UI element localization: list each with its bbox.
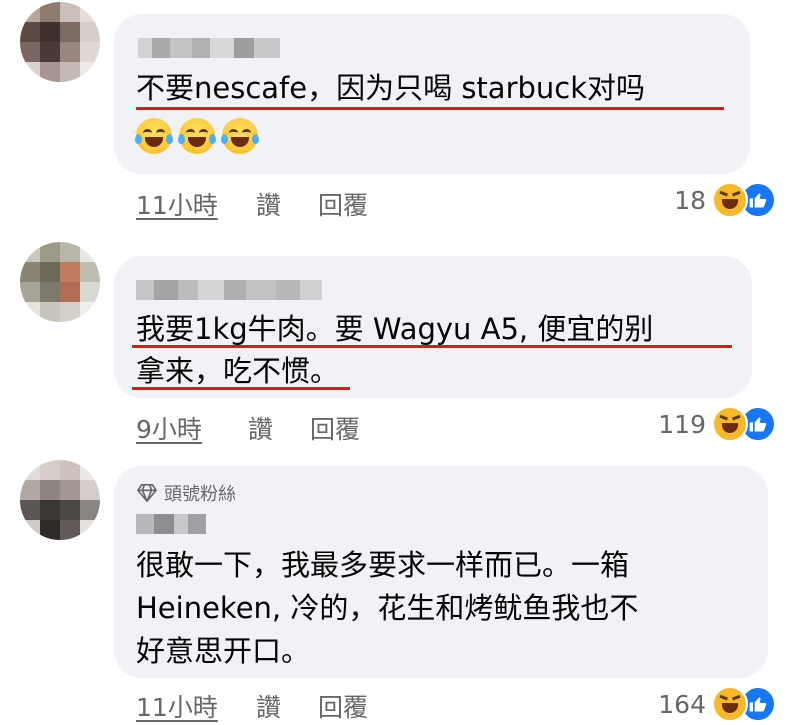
comment-text: 好意思开口。 xyxy=(136,634,311,668)
reply-button[interactable]: 回覆 xyxy=(318,186,368,222)
reaction-count: 164 xyxy=(658,689,706,719)
avatar[interactable] xyxy=(20,460,100,540)
comment-text: 很敢一下，我最多要求一样而已。一箱 xyxy=(136,548,630,582)
highlight-underline xyxy=(132,345,732,348)
commenter-name[interactable] xyxy=(138,38,280,58)
reaction-count: 119 xyxy=(658,409,706,439)
highlight-underline xyxy=(132,387,350,390)
haha-icon xyxy=(712,686,748,722)
commenter-name[interactable] xyxy=(136,280,322,300)
comment-timestamp[interactable]: 11小時 xyxy=(136,688,218,724)
like-button[interactable]: 讚 xyxy=(256,688,281,724)
commenter-name[interactable] xyxy=(136,514,206,534)
comment-bubble: 我要1kg牛肉。要 Wagyu A5, 便宜的别 拿来，吃不惯。 xyxy=(114,256,752,398)
reaction-summary[interactable]: 18 xyxy=(674,182,776,218)
tears-of-joy-emoji xyxy=(221,118,259,154)
reply-button[interactable]: 回覆 xyxy=(310,410,360,446)
highlight-underline xyxy=(136,107,724,110)
haha-icon xyxy=(712,406,748,442)
like-button[interactable]: 讚 xyxy=(256,186,281,222)
comment-text: Heineken, 冷的，花生和烤鱿鱼我也不 xyxy=(136,591,639,625)
avatar[interactable] xyxy=(20,2,100,82)
reaction-count: 18 xyxy=(674,185,706,215)
reaction-summary[interactable]: 164 xyxy=(658,686,776,722)
haha-icon xyxy=(712,182,748,218)
badge-label: 頭號粉絲 xyxy=(164,484,236,505)
comment-timestamp[interactable]: 11小時 xyxy=(136,186,218,222)
comment-bubble: 不要nescafe，因为只喝 starbuck对吗 xyxy=(114,14,750,174)
like-button[interactable]: 讚 xyxy=(248,410,273,446)
diamond-icon xyxy=(137,484,157,502)
avatar[interactable] xyxy=(20,242,100,322)
tears-of-joy-emoji xyxy=(178,118,216,154)
comment-bubble: 頭號粉絲 很敢一下，我最多要求一样而已。一箱 Heineken, 冷的，花生和烤… xyxy=(114,466,768,678)
comment-text: 不要nescafe，因为只喝 starbuck对吗 xyxy=(136,71,646,105)
top-fan-badge: 頭號粉絲 xyxy=(136,480,236,506)
reaction-summary[interactable]: 119 xyxy=(658,406,776,442)
reply-button[interactable]: 回覆 xyxy=(318,688,368,724)
comment-timestamp[interactable]: 9小時 xyxy=(136,410,202,446)
tears-of-joy-emoji xyxy=(135,118,173,154)
